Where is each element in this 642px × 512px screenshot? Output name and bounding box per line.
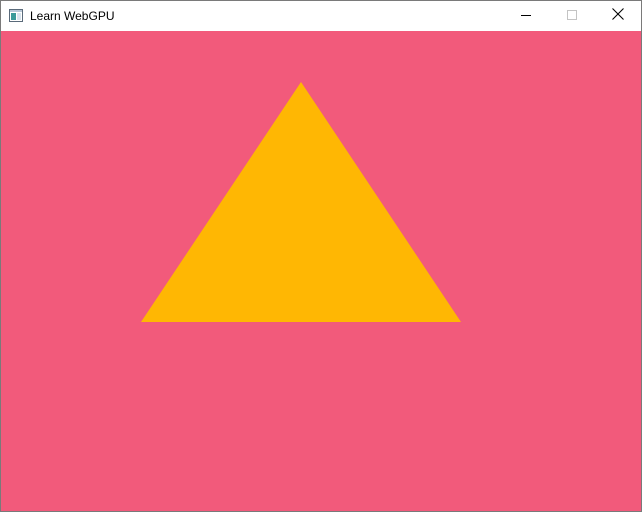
render-canvas[interactable] (1, 31, 641, 511)
app-window-icon (9, 9, 23, 22)
maximize-icon (567, 7, 577, 25)
minimize-button[interactable] (503, 1, 549, 30)
title-bar[interactable]: Learn WebGPU (1, 1, 641, 31)
app-window: Learn WebGPU (0, 0, 642, 512)
close-button[interactable] (595, 1, 641, 30)
minimize-icon (521, 7, 531, 25)
maximize-button[interactable] (549, 1, 595, 30)
close-icon (612, 7, 624, 25)
webgpu-surface (1, 31, 641, 511)
window-title: Learn WebGPU (30, 9, 115, 23)
